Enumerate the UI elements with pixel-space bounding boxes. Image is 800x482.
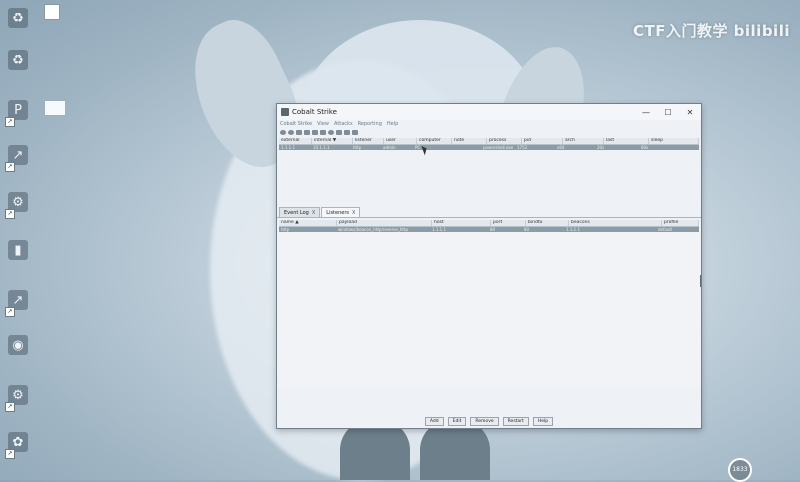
restart-button[interactable]: Restart bbox=[502, 417, 529, 426]
window-resize-handle[interactable] bbox=[700, 275, 701, 287]
col-note[interactable]: note bbox=[452, 138, 487, 144]
desktop-icon[interactable]: ✿ ↗ bbox=[5, 432, 32, 459]
recycle-bin-icon: ♻ bbox=[8, 50, 28, 70]
menu-cobalt-strike[interactable]: Cobalt Strike bbox=[280, 121, 312, 127]
desktop-icon[interactable]: ⚙ ↗ bbox=[5, 385, 32, 412]
menu-attacks[interactable]: Attacks bbox=[334, 121, 353, 127]
col-last[interactable]: last bbox=[604, 138, 649, 144]
cell-external: 1.1.1.1 bbox=[281, 145, 295, 150]
col-listener[interactable]: listener bbox=[353, 138, 384, 144]
cell-internal: 10.1.1.1 bbox=[313, 145, 330, 150]
window-title: Cobalt Strike bbox=[292, 108, 337, 116]
cell-host: 1.1.1.1 bbox=[432, 227, 446, 232]
col-host[interactable]: host bbox=[432, 220, 491, 226]
col-port[interactable]: port bbox=[491, 220, 526, 226]
tab-close-icon[interactable]: X bbox=[312, 210, 315, 216]
credentials-icon[interactable] bbox=[328, 129, 334, 135]
cell-pid: 1752 bbox=[517, 145, 528, 150]
col-pid[interactable]: pid bbox=[522, 138, 563, 144]
menubar: Cobalt Strike View Attacks Reporting Hel… bbox=[277, 120, 701, 128]
targets-icon[interactable] bbox=[320, 129, 326, 135]
recycle-bin-icon: ♻ bbox=[8, 8, 28, 28]
desktop-icon[interactable]: ♻ bbox=[8, 50, 32, 74]
toolbar bbox=[277, 128, 701, 136]
add-button[interactable]: Add bbox=[424, 417, 444, 426]
cell-note bbox=[447, 145, 481, 150]
desktop-folder-icon[interactable] bbox=[44, 100, 66, 116]
cell-user: admin bbox=[383, 145, 396, 150]
tab-listeners[interactable]: Listeners X bbox=[321, 207, 361, 217]
cell-port: 80 bbox=[490, 227, 496, 232]
help-button[interactable]: Help bbox=[532, 417, 554, 426]
col-beacons[interactable]: beacons bbox=[569, 220, 662, 226]
col-external[interactable]: external bbox=[279, 138, 312, 144]
sessions-header: external internal ▼ listener user comput… bbox=[279, 138, 699, 145]
listeners-pane: name ▲ payload host port bindto beacons … bbox=[277, 220, 701, 388]
cell-beacons: 1.1.1.1 bbox=[566, 227, 580, 232]
cell-computer: PC bbox=[415, 145, 421, 150]
keystrokes-icon[interactable] bbox=[344, 129, 350, 135]
listener-buttons: Add Edit Remove Restart Help bbox=[277, 417, 701, 426]
col-computer[interactable]: computer bbox=[417, 138, 452, 144]
sessions-pane: external internal ▼ listener user comput… bbox=[277, 138, 701, 202]
app-icon bbox=[281, 108, 289, 116]
cell-arch: x64 bbox=[557, 145, 565, 150]
cell-last: 20s bbox=[597, 145, 605, 150]
menu-help[interactable]: Help bbox=[387, 121, 398, 127]
cobalt-strike-window: Cobalt Strike — ☐ ✕ Cobalt Strike View A… bbox=[276, 103, 702, 429]
menu-reporting[interactable]: Reporting bbox=[358, 121, 382, 127]
minimize-button[interactable]: — bbox=[635, 108, 657, 117]
desktop-icon[interactable]: P ↗ bbox=[5, 100, 32, 127]
tab-close-icon[interactable]: X bbox=[352, 210, 355, 216]
desktop-icon[interactable]: ↗ ↗ bbox=[5, 145, 32, 172]
desktop-file-icon[interactable] bbox=[44, 4, 60, 20]
cell-sleep: 60s bbox=[641, 145, 649, 150]
tab-event-log[interactable]: Event Log X bbox=[279, 207, 321, 217]
disconnect-icon[interactable] bbox=[288, 129, 294, 135]
menu-view[interactable]: View bbox=[317, 121, 329, 127]
col-bindto[interactable]: bindto bbox=[526, 220, 569, 226]
col-internal[interactable]: internal ▼ bbox=[312, 138, 353, 144]
watermark-text: CTF入门教学 bilibili bbox=[632, 22, 790, 40]
close-button[interactable]: ✕ bbox=[679, 108, 701, 117]
col-process[interactable]: process bbox=[487, 138, 522, 144]
col-payload[interactable]: payload bbox=[337, 220, 432, 226]
screenshots-icon[interactable] bbox=[352, 129, 358, 135]
maximize-button[interactable]: ☐ bbox=[657, 108, 679, 117]
desktop-icon[interactable]: ↗ ↗ bbox=[5, 290, 32, 317]
cell-payload: windows/beacon_http/reverse_http bbox=[338, 227, 409, 232]
cell-name: http bbox=[281, 227, 290, 232]
cell-profile: default bbox=[658, 227, 673, 232]
col-arch[interactable]: arch bbox=[563, 138, 604, 144]
cell-process: powershell.exe bbox=[483, 145, 514, 150]
tab-label: Listeners bbox=[326, 210, 350, 216]
sessions-table-icon[interactable] bbox=[312, 129, 318, 135]
col-name[interactable]: name ▲ bbox=[279, 220, 337, 226]
window-titlebar[interactable]: Cobalt Strike — ☐ ✕ bbox=[277, 104, 701, 120]
col-user[interactable]: user bbox=[384, 138, 417, 144]
cell-listener: http bbox=[353, 145, 362, 150]
cell-bindto: 80 bbox=[524, 227, 530, 232]
desktop-icon[interactable]: ♻ bbox=[8, 8, 32, 32]
tab-strip: Event Log X Listeners X bbox=[277, 207, 701, 218]
col-profile[interactable]: profile bbox=[662, 220, 699, 226]
listeners-icon[interactable] bbox=[296, 129, 302, 135]
listeners-header: name ▲ payload host port bindto beacons … bbox=[279, 220, 699, 227]
downloads-icon[interactable] bbox=[336, 129, 342, 135]
camera-icon: ◉ bbox=[8, 335, 28, 355]
desktop-icon[interactable]: ⚙ ↗ bbox=[5, 192, 32, 219]
clock-badge-icon[interactable]: 1833 bbox=[728, 458, 752, 482]
pivot-graph-icon[interactable] bbox=[304, 129, 310, 135]
document-icon: ▮ bbox=[8, 240, 28, 260]
remove-button[interactable]: Remove bbox=[470, 417, 499, 426]
table-row[interactable]: 1.1.1.1 10.1.1.1 http admin PC powershel… bbox=[279, 145, 699, 150]
new-connection-icon[interactable] bbox=[280, 129, 286, 135]
tab-label: Event Log bbox=[284, 210, 309, 216]
desktop-icon[interactable]: ◉ bbox=[8, 335, 32, 359]
col-sleep[interactable]: sleep bbox=[649, 138, 699, 144]
edit-button[interactable]: Edit bbox=[447, 417, 467, 426]
desktop-icon[interactable]: ▮ bbox=[8, 240, 32, 264]
table-row[interactable]: http windows/beacon_http/reverse_http 1.… bbox=[279, 227, 699, 232]
